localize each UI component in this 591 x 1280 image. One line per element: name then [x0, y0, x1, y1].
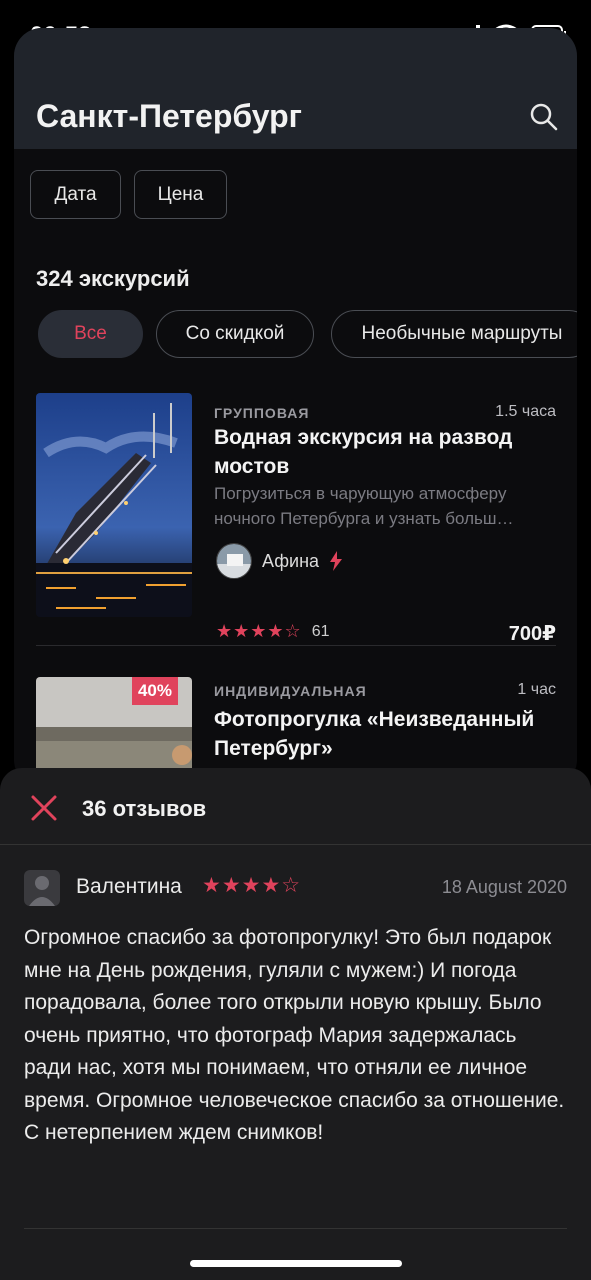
search-icon[interactable]: [529, 102, 559, 132]
reviews-title: 36 отзывов: [82, 796, 207, 821]
guide-info[interactable]: Афина: [216, 543, 343, 579]
chip-all[interactable]: Все: [38, 310, 143, 358]
page-title: Санкт-Петербург: [36, 98, 302, 134]
excursion-count: 324 экскурсий: [36, 266, 190, 291]
reviews-sheet: 36 отзывов Валентина ★★★★☆ 18 August 202…: [0, 768, 591, 1280]
filter-date-button[interactable]: Дата: [30, 170, 121, 219]
main-screen: Санкт-Петербург Дата Цена 324 экскурсий …: [14, 28, 577, 788]
guide-name: Афина: [262, 550, 320, 571]
chip-discount[interactable]: Со скидкой: [156, 310, 314, 358]
reviewer-avatar: [24, 870, 60, 906]
review-stars: ★★★★☆: [202, 874, 302, 897]
tour-duration: 1.5 часа: [495, 403, 556, 420]
tour-card[interactable]: ГРУППОВАЯ 1.5 часа Водная экскурсия на р…: [36, 393, 556, 645]
tour-title[interactable]: Водная экскурсия на развод мостов: [214, 423, 554, 481]
tour-duration: 1 час: [517, 681, 556, 698]
lightning-icon: [330, 551, 343, 571]
rating-row: ★★★★☆ 61: [216, 621, 329, 642]
tour-type: ГРУППОВАЯ: [214, 405, 310, 421]
home-indicator[interactable]: [190, 1260, 402, 1267]
guide-avatar: [216, 543, 252, 579]
divider: [0, 844, 591, 845]
tour-title[interactable]: Фотопрогулка «Неизведанный Петербург»: [214, 705, 554, 763]
tour-price: 700₽: [508, 623, 556, 645]
close-icon[interactable]: [30, 794, 58, 822]
card-divider: [36, 645, 556, 646]
tour-description: Погрузиться в чарующую атмосферу ночного…: [214, 484, 514, 528]
filter-price-button[interactable]: Цена: [134, 170, 227, 219]
rating-count: 61: [311, 622, 330, 640]
chip-unusual-routes[interactable]: Необычные маршруты: [331, 310, 577, 358]
review-date: 18 August 2020: [441, 877, 567, 897]
divider: [24, 1228, 567, 1229]
discount-badge: 40%: [131, 677, 178, 705]
tour-image: [36, 393, 192, 617]
review-text: Огромное спасибо за фотопрогулку! Это бы…: [24, 926, 565, 1144]
rating-stars: ★★★★☆: [216, 621, 302, 641]
header: Санкт-Петербург: [14, 28, 577, 149]
reviewer-name: Валентина: [76, 875, 182, 898]
tour-type: ИНДИВИДУАЛЬНАЯ: [214, 683, 367, 699]
